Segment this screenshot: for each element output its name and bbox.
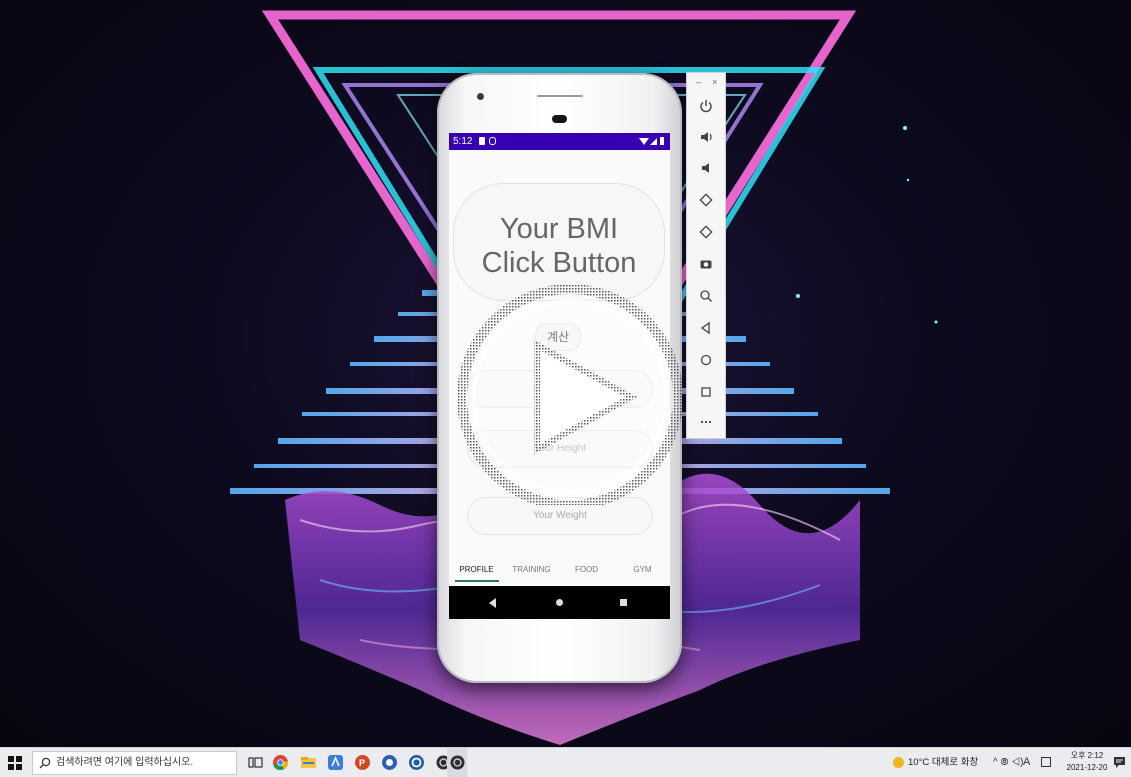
- battery-icon: [660, 137, 664, 145]
- clock-date: 2021-12-20: [1066, 763, 1108, 772]
- tray-icons[interactable]: ^ ⦾ ◁): [993, 748, 1024, 777]
- input-language[interactable]: A: [1023, 748, 1030, 777]
- emulator-minimize-button[interactable]: –: [696, 77, 701, 87]
- tab-profile[interactable]: PROFILE: [449, 558, 504, 582]
- taskbar-search-input[interactable]: 검색하려면 여기에 입력하십시오.: [32, 751, 237, 775]
- signal-icon: [650, 138, 657, 145]
- tab-gym[interactable]: GYM: [615, 558, 670, 582]
- phone-speaker: [537, 95, 583, 97]
- back-icon[interactable]: [687, 313, 725, 343]
- volume-down-icon[interactable]: [687, 153, 725, 183]
- tab-food[interactable]: FOOD: [559, 558, 614, 582]
- task-view-icon[interactable]: [247, 754, 264, 771]
- more-icon[interactable]: [687, 407, 725, 437]
- bmi-result-display: Your BMI Click Button: [453, 183, 665, 301]
- phone-screen[interactable]: 5:12 Your BMI Click Button 계산 Your Heigh…: [449, 133, 670, 619]
- calculate-button[interactable]: 계산: [535, 323, 581, 351]
- nav-back-icon[interactable]: [489, 598, 496, 608]
- file-explorer-icon[interactable]: [300, 754, 317, 771]
- height-input[interactable]: Your Height: [467, 430, 653, 468]
- phone-earpiece: [552, 115, 567, 123]
- windows-start-icon[interactable]: [8, 756, 22, 770]
- bmi-title: Your BMI: [499, 213, 619, 245]
- unnamed-input[interactable]: [467, 370, 653, 408]
- emulator-toolbar: – ×: [686, 72, 726, 439]
- overview-icon[interactable]: [687, 377, 725, 407]
- weight-input[interactable]: Your Weight: [467, 497, 653, 535]
- front-camera: [477, 93, 484, 100]
- android-nav-bar: [449, 586, 670, 619]
- sd-card-icon: [479, 137, 485, 145]
- notification-icon: [489, 137, 496, 145]
- volume-up-icon[interactable]: [687, 122, 725, 152]
- android-studio-icon[interactable]: [327, 754, 344, 771]
- tab-training[interactable]: TRAINING: [504, 558, 559, 582]
- search-placeholder: 검색하려면 여기에 입력하십시오.: [56, 757, 194, 768]
- bmi-hint: Click Button: [481, 247, 637, 279]
- home-icon[interactable]: [687, 345, 725, 375]
- notification-center-icon[interactable]: [1113, 756, 1126, 769]
- nav-recents-icon[interactable]: [620, 599, 627, 606]
- bottom-tabs: PROFILE TRAINING FOOD GYM: [449, 558, 670, 582]
- weather-icon[interactable]: [893, 757, 904, 768]
- chrome-icon[interactable]: [272, 754, 289, 771]
- rotate-left-icon[interactable]: [687, 185, 725, 215]
- rotate-right-icon[interactable]: [687, 217, 725, 247]
- ime-icon[interactable]: [1041, 757, 1051, 767]
- clock-time: 오후 2:12: [1070, 751, 1104, 760]
- search-icon: [39, 757, 51, 769]
- status-bar: 5:12: [449, 133, 670, 150]
- app-icon[interactable]: [449, 754, 466, 771]
- svg-text:P: P: [359, 758, 365, 768]
- status-time: 5:12: [453, 136, 473, 147]
- app-icon[interactable]: [381, 754, 398, 771]
- clock[interactable]: 오후 2:12 2021-12-20: [1066, 750, 1108, 774]
- phone-emulator: 5:12 Your BMI Click Button 계산 Your Heigh…: [437, 73, 682, 683]
- powerpoint-icon[interactable]: P: [354, 754, 371, 771]
- weather-text[interactable]: 10°C 대체로 화창: [908, 748, 978, 777]
- nav-home-icon[interactable]: [556, 599, 563, 606]
- app-icon[interactable]: [408, 754, 425, 771]
- power-icon[interactable]: [687, 91, 725, 121]
- windows-taskbar: 검색하려면 여기에 입력하십시오. P 10°C 대체로 화창 ^ ⦾ ◁) A…: [0, 747, 1131, 777]
- emulator-close-button[interactable]: ×: [712, 77, 717, 87]
- zoom-icon[interactable]: [687, 281, 725, 311]
- camera-icon[interactable]: [687, 249, 725, 279]
- tab-indicator: [455, 580, 499, 582]
- wifi-icon: [639, 138, 649, 145]
